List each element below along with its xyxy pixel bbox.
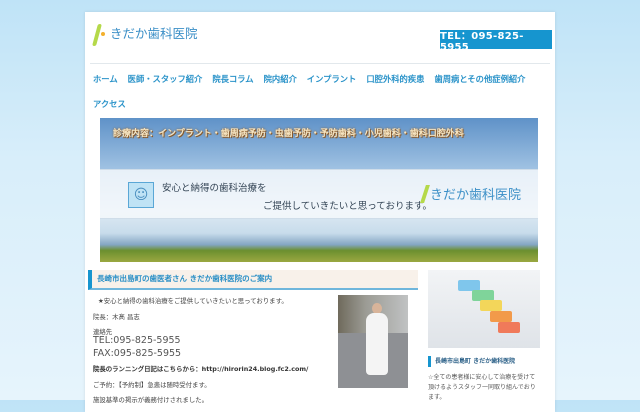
- site-logo[interactable]: きだか歯科医院: [93, 22, 198, 46]
- reservation-text: ご予約：【予約制】急患は随時受付ます。: [93, 381, 211, 389]
- logo-text: きだか歯科医院: [110, 25, 198, 41]
- main-content: 長崎市出島町の歯医者さん きだか歯科医院のご案内 ★安心と納得の歯科治療をご提供…: [88, 270, 418, 404]
- tel-text: TEL:095-825-5955: [93, 335, 181, 346]
- intro-text: ★安心と納得の歯科治療をご提供していきたいと思っております。: [98, 297, 288, 305]
- tooth-icon: ☺: [128, 182, 154, 208]
- hero-banner: 診療内容：インプラント・歯周病予防・虫歯予防・予防歯科・小児歯科・歯科口腔外科 …: [100, 118, 538, 262]
- sidebar-text: ☆全ての患者様に安心して治療を受けて頂けるようスタッフ一同取り組んでおります。: [428, 374, 536, 401]
- section-heading: 長崎市出島町の歯医者さん きだか歯科医院のご案内: [88, 270, 418, 290]
- sidebar: 長崎市出島町 きだか歯科医院 ☆全ての患者様に安心して治療を受けて頂けるようスタ…: [428, 270, 540, 403]
- tel-button[interactable]: TEL：095-825-5955: [440, 30, 552, 53]
- fax-text: FAX:095-825-5955: [93, 348, 182, 359]
- logo-mark-icon: [93, 22, 107, 46]
- sidebar-heading: 長崎市出島町 きだか歯科医院: [428, 356, 540, 367]
- banner-logo-text: きだか歯科医院: [430, 188, 522, 203]
- divider: [90, 63, 550, 64]
- banner-logo: きだか歯科医院: [420, 184, 522, 203]
- banner-line2: ご提供していきたいと思っております。: [263, 201, 433, 212]
- nav-clinic[interactable]: 院内紹介: [264, 67, 297, 92]
- main-nav: ホーム 医師・スタッフ紹介 院長コラム 院内紹介 インプラント 口腔外科的疾患 …: [93, 67, 553, 117]
- banner-line1: 安心と納得の歯科治療を: [162, 183, 267, 194]
- director-text: 院長：木髙 昌志: [93, 313, 140, 321]
- nav-home[interactable]: ホーム: [93, 67, 118, 92]
- blog-link[interactable]: 院長のランニング日記はこちらから：http://hirorin24.blog.f…: [93, 364, 308, 373]
- banner-services: 診療内容：インプラント・歯周病予防・虫歯予防・予防歯科・小児歯科・歯科口腔外科: [113, 129, 464, 139]
- nav-oral-surgery[interactable]: 口腔外科的疾患: [366, 67, 424, 92]
- nav-staff[interactable]: 医師・スタッフ紹介: [128, 67, 203, 92]
- nav-column[interactable]: 院長コラム: [212, 67, 253, 92]
- nav-implant[interactable]: インプラント: [307, 67, 357, 92]
- director-running-photo: [338, 295, 408, 388]
- page-container: きだか歯科医院 TEL：095-825-5955 ホーム 医師・スタッフ紹介 院…: [85, 12, 555, 412]
- toothbrush-image: [428, 270, 540, 348]
- nav-access[interactable]: アクセス: [93, 92, 126, 117]
- nav-cases[interactable]: 歯周病とその他症例紹介: [434, 67, 525, 92]
